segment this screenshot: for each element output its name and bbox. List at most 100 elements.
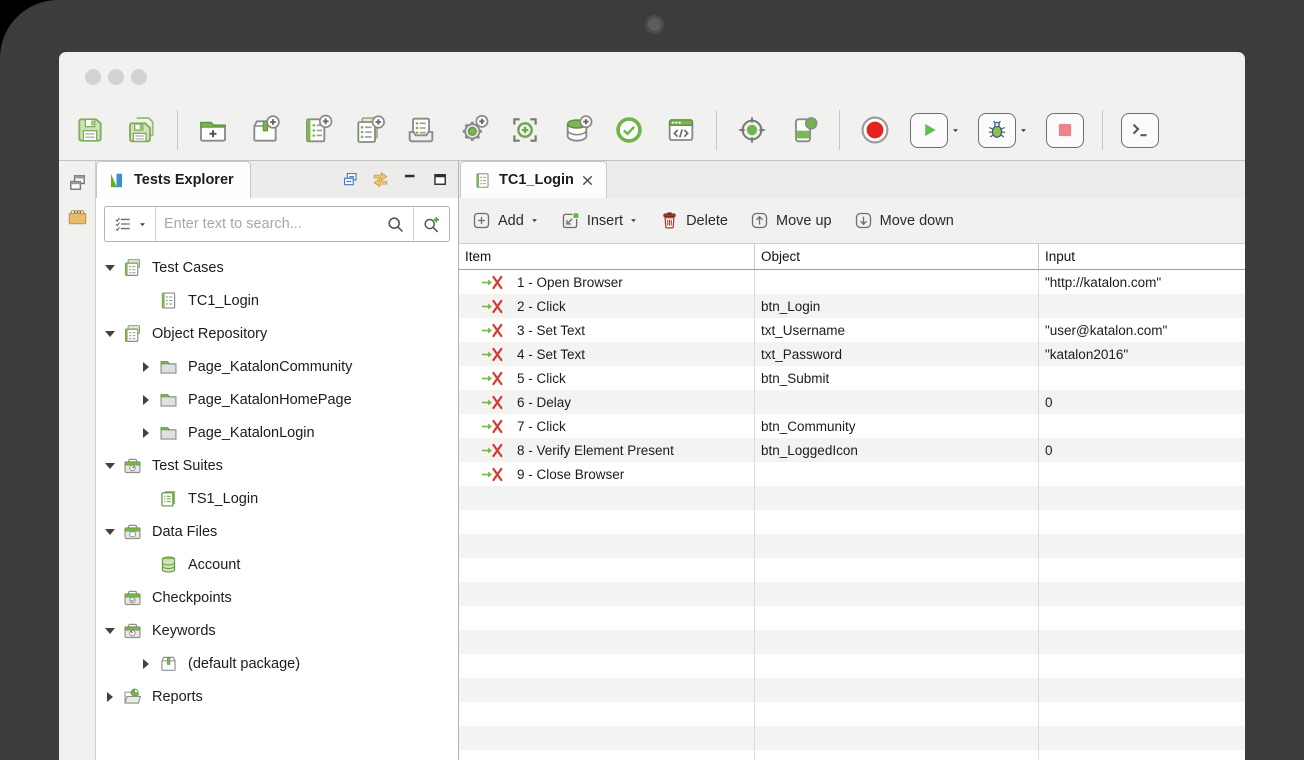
collapse-arrow[interactable]: [104, 265, 116, 271]
restore-view-icon[interactable]: [66, 171, 89, 194]
maximize-icon[interactable]: [431, 170, 450, 189]
search-input[interactable]: [156, 216, 378, 232]
close-window-button[interactable]: [85, 69, 101, 85]
save-button[interactable]: [73, 113, 107, 147]
search-button[interactable]: [378, 214, 413, 235]
tree-item-object-repository[interactable]: Object Repository: [96, 317, 458, 350]
close-icon[interactable]: [581, 174, 594, 187]
tab-tc1-login[interactable]: TC1_Login: [460, 161, 607, 198]
table-cell[interactable]: "http://katalon.com": [1039, 270, 1245, 294]
tree-item-test-cases[interactable]: Test Cases: [96, 251, 458, 284]
table-row[interactable]: 9 - Close Browser: [459, 462, 1245, 486]
chevron-down-icon[interactable]: [951, 126, 960, 135]
table-cell[interactable]: txt_Username: [755, 318, 1039, 342]
table-cell[interactable]: 3 - Set Text: [459, 318, 755, 342]
expand-arrow[interactable]: [140, 659, 152, 669]
debug-button[interactable]: [978, 113, 1028, 148]
console-button[interactable]: [1121, 113, 1159, 148]
code-viewer-button[interactable]: [664, 113, 698, 147]
table-cell[interactable]: [1039, 294, 1245, 318]
table-cell[interactable]: "katalon2016": [1039, 342, 1245, 366]
new-package-button[interactable]: [248, 113, 282, 147]
new-data-file-button[interactable]: [560, 113, 594, 147]
table-cell[interactable]: 7 - Click: [459, 414, 755, 438]
add-button[interactable]: Add: [471, 210, 539, 231]
table-cell[interactable]: "user@katalon.com": [1039, 318, 1245, 342]
expand-arrow[interactable]: [140, 395, 152, 405]
new-test-case-button[interactable]: [300, 113, 334, 147]
new-test-suite-button[interactable]: [352, 113, 386, 147]
table-row[interactable]: 1 - Open Browser"http://katalon.com": [459, 270, 1245, 294]
column-header-object[interactable]: Object: [755, 244, 1039, 269]
table-row[interactable]: 5 - Clickbtn_Submit: [459, 366, 1245, 390]
table-row[interactable]: 4 - Set Texttxt_Password"katalon2016": [459, 342, 1245, 366]
tree-item-reports[interactable]: Reports: [96, 680, 458, 713]
table-cell[interactable]: 8 - Verify Element Present: [459, 438, 755, 462]
search-filter-button[interactable]: [105, 214, 155, 234]
tree-item-keywords[interactable]: Keywords: [96, 614, 458, 647]
table-row[interactable]: 2 - Clickbtn_Login: [459, 294, 1245, 318]
collapse-arrow[interactable]: [104, 331, 116, 337]
minimize-icon[interactable]: [401, 170, 420, 189]
table-cell[interactable]: [1039, 414, 1245, 438]
table-cell[interactable]: 6 - Delay: [459, 390, 755, 414]
tree-item-tc1-login[interactable]: TC1_Login: [96, 284, 458, 317]
move-up-button[interactable]: Move up: [749, 210, 832, 231]
record-mobile-button[interactable]: [787, 113, 821, 147]
table-cell[interactable]: [755, 270, 1039, 294]
stop-button[interactable]: [1046, 113, 1084, 148]
table-cell[interactable]: [1039, 462, 1245, 486]
table-cell[interactable]: 4 - Set Text: [459, 342, 755, 366]
checklist-tray-button[interactable]: [404, 113, 438, 147]
delete-button[interactable]: Delete: [659, 210, 728, 231]
tree-item-test-suites[interactable]: Test Suites: [96, 449, 458, 482]
table-cell[interactable]: [755, 390, 1039, 414]
save-all-button[interactable]: [125, 113, 159, 147]
table-cell[interactable]: btn_Submit: [755, 366, 1039, 390]
chevron-down-icon[interactable]: [1019, 126, 1028, 135]
chevron-down-icon[interactable]: [629, 216, 638, 225]
capture-object-button[interactable]: [508, 113, 542, 147]
tree-item-data-files[interactable]: Data Files: [96, 515, 458, 548]
object-spy-button[interactable]: [735, 113, 769, 147]
table-cell[interactable]: btn_Login: [755, 294, 1039, 318]
table-row[interactable]: 7 - Clickbtn_Community: [459, 414, 1245, 438]
column-header-item[interactable]: Item: [459, 244, 755, 269]
table-cell[interactable]: 2 - Click: [459, 294, 755, 318]
table-cell[interactable]: btn_LoggedIcon: [755, 438, 1039, 462]
record-button[interactable]: [858, 113, 892, 147]
table-cell[interactable]: 9 - Close Browser: [459, 462, 755, 486]
expand-arrow[interactable]: [104, 692, 116, 702]
table-cell[interactable]: txt_Password: [755, 342, 1039, 366]
tree-item-checkpoints[interactable]: Checkpoints: [96, 581, 458, 614]
table-cell[interactable]: [1039, 366, 1245, 390]
new-checkpoint-button[interactable]: [612, 113, 646, 147]
minimize-window-button[interactable]: [108, 69, 124, 85]
new-folder-button[interactable]: [196, 113, 230, 147]
tree-item-account[interactable]: Account: [96, 548, 458, 581]
link-with-editor-icon[interactable]: [371, 170, 390, 189]
tree-item-page-katalonhomepage[interactable]: Page_KatalonHomePage: [96, 383, 458, 416]
tree-item-default-package[interactable]: (default package): [96, 647, 458, 680]
run-button[interactable]: [910, 113, 960, 148]
zoom-window-button[interactable]: [131, 69, 147, 85]
table-cell[interactable]: 5 - Click: [459, 366, 755, 390]
advanced-search-button[interactable]: [414, 214, 449, 235]
table-row[interactable]: 3 - Set Texttxt_Username"user@katalon.co…: [459, 318, 1245, 342]
table-cell[interactable]: [755, 462, 1039, 486]
expand-arrow[interactable]: [140, 428, 152, 438]
tab-tests-explorer[interactable]: Tests Explorer: [96, 161, 251, 198]
tree-item-page-katalonlogin[interactable]: Page_KatalonLogin: [96, 416, 458, 449]
tree-item-page-kataloncommunity[interactable]: Page_KatalonCommunity: [96, 350, 458, 383]
tree-item-ts1-login[interactable]: TS1_Login: [96, 482, 458, 515]
chevron-down-icon[interactable]: [530, 216, 539, 225]
collapse-arrow[interactable]: [104, 529, 116, 535]
table-row[interactable]: 6 - Delay 0: [459, 390, 1245, 414]
move-down-button[interactable]: Move down: [853, 210, 954, 231]
column-header-input[interactable]: Input: [1039, 244, 1245, 269]
table-row[interactable]: 8 - Verify Element Presentbtn_LoggedIcon…: [459, 438, 1245, 462]
table-cell[interactable]: 0: [1039, 390, 1245, 414]
collapse-all-icon[interactable]: [341, 170, 360, 189]
new-keyword-button[interactable]: [456, 113, 490, 147]
table-cell[interactable]: btn_Community: [755, 414, 1039, 438]
